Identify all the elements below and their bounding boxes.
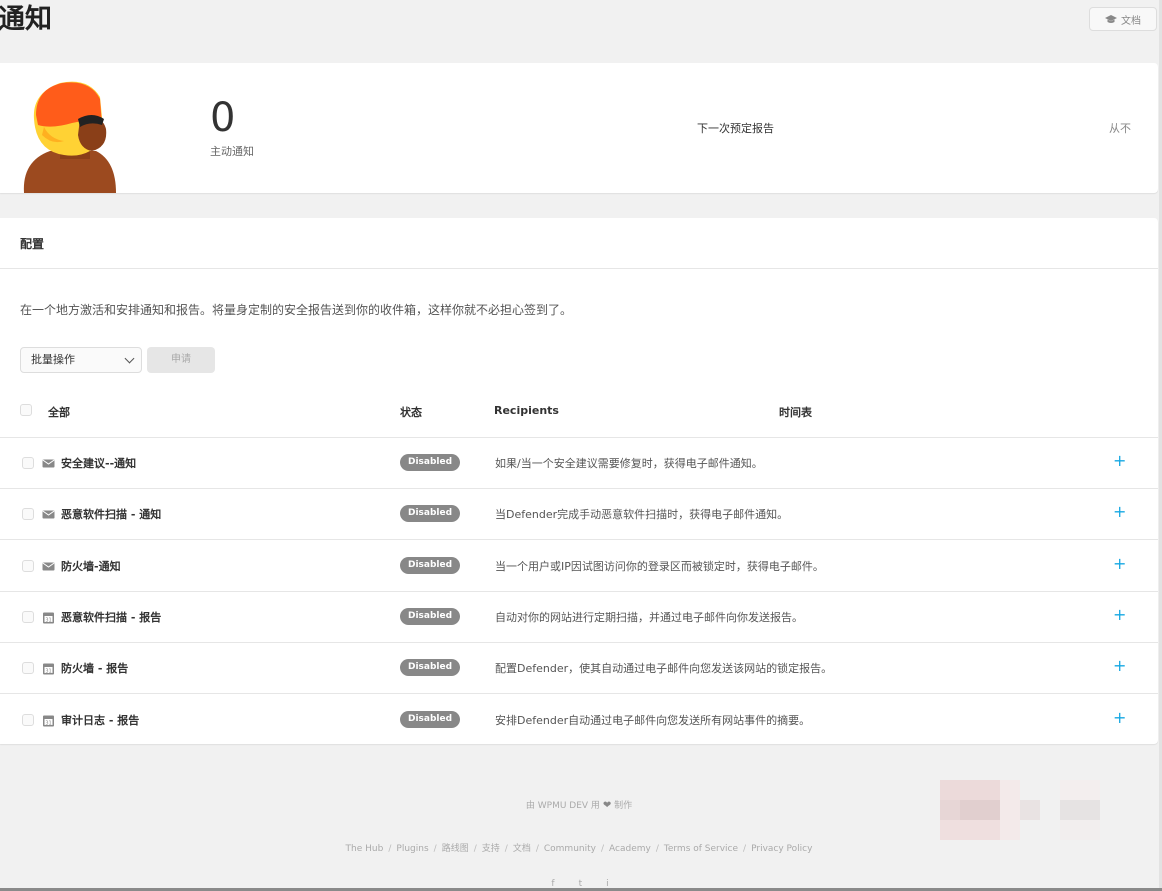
calendar-icon: 31 <box>42 609 55 624</box>
calendar-icon: 31 <box>42 660 55 675</box>
footer-link[interactable]: Terms of Service <box>664 844 738 854</box>
column-header-status: 状态 <box>400 406 422 419</box>
column-header-schedule: 时间表 <box>779 406 812 419</box>
add-icon[interactable]: + <box>1113 554 1126 574</box>
row-name: 安全建议--通知 <box>61 457 137 470</box>
row-name: 恶意软件扫描 - 通知 <box>61 508 162 522</box>
table-row[interactable]: 31 恶意软件扫描 - 报告 Disabled 自动对你的网站进行定期扫描，并通过电子… <box>0 592 1158 643</box>
footer-link-separator: / <box>600 844 605 854</box>
svg-text:31: 31 <box>45 668 51 674</box>
configuration-header: 配置 <box>0 218 1158 269</box>
row-checkbox[interactable] <box>22 559 34 572</box>
footer-link-separator: / <box>433 844 437 854</box>
next-scheduled-report-label: 下一次预定报告 <box>697 122 774 135</box>
status-badge: Disabled <box>400 607 460 625</box>
envelope-icon <box>42 558 55 571</box>
row-name: 恶意软件扫描 - 报告 <box>61 610 162 624</box>
footer-made-suffix: 制作 <box>614 801 633 811</box>
status-badge: Disabled <box>400 556 460 574</box>
row-description: 当Defender完成手动恶意软件扫描时，获得电子邮件通知。 <box>495 508 789 522</box>
apply-button[interactable]: 申请 <box>147 347 215 373</box>
row-checkbox[interactable] <box>22 457 34 469</box>
heart-icon: ❤ <box>602 800 612 811</box>
add-icon[interactable]: + <box>1113 502 1126 522</box>
footer-link-separator: / <box>504 844 508 854</box>
status-badge: Disabled <box>400 505 460 523</box>
page-title: 通知 <box>0 4 52 35</box>
add-icon[interactable]: + <box>1113 605 1126 625</box>
status-badge: Disabled <box>400 454 460 471</box>
footer-link[interactable]: 文档 <box>513 844 531 854</box>
row-description: 安排Defender自动通过电子邮件向您发送所有网站事件的摘要。 <box>495 713 811 727</box>
configuration-description: 在一个地方激活和安排通知和报告。将量身定制的安全报告送到你的收件箱，这样你就不必… <box>20 303 573 317</box>
blurred-graphic <box>940 780 1100 840</box>
footer-link-separator: / <box>743 844 747 854</box>
footer-link[interactable]: Academy <box>609 844 651 854</box>
configuration-card: 配置 在一个地方激活和安排通知和报告。将量身定制的安全报告送到你的收件箱，这样你… <box>0 218 1158 744</box>
status-badge: Disabled <box>400 659 460 677</box>
table-row[interactable]: 安全建议--通知 Disabled 如果/当一个安全建议需要修复时，获得电子邮件通知… <box>0 438 1158 489</box>
active-notifications-label: 主动通知 <box>210 145 254 158</box>
graduation-cap-icon <box>1105 14 1117 23</box>
summary-card: 0 主动通知 下一次预定报告 从不 <box>0 63 1158 193</box>
add-icon[interactable]: + <box>1113 708 1126 728</box>
row-name: 审计日志 - 报告 <box>61 713 140 727</box>
calendar-icon: 31 <box>42 712 55 726</box>
add-icon[interactable]: + <box>1113 451 1126 471</box>
row-description: 当一个用户或IP因试图访问你的登录区而被锁定时，获得电子邮件。 <box>495 559 824 573</box>
row-name: 防火墙 - 报告 <box>61 662 129 676</box>
footer-links: The Hub / Plugins / 路线图 / 支持 / 文档 / Community / Acad… <box>0 841 1158 854</box>
column-header-all: 全部 <box>48 406 70 419</box>
row-checkbox[interactable] <box>22 713 34 726</box>
row-description: 自动对你的网站进行定期扫描，并通过电子邮件向你发送报告。 <box>495 610 803 624</box>
row-checkbox[interactable] <box>22 508 34 521</box>
select-all-checkbox[interactable] <box>20 404 32 416</box>
footer-link-separator: / <box>535 844 539 854</box>
envelope-icon <box>42 506 55 519</box>
column-header-recipients: Recipients <box>494 404 559 417</box>
chevron-down-icon <box>124 353 135 364</box>
table-row[interactable]: 31 审计日志 - 报告 Disabled 安排Defender自动通过电子邮件向您发… <box>0 695 1158 746</box>
documentation-button-label: 文档 <box>1121 15 1141 27</box>
row-name: 防火墙-通知 <box>61 559 121 573</box>
footer-made-prefix: 由 WPMU DEV 用 <box>525 801 600 811</box>
next-scheduled-report-value: 从不 <box>1109 122 1131 135</box>
table-row[interactable]: 防火墙-通知 Disabled 当一个用户或IP因试图访问你的登录区而被锁定时，获得… <box>0 541 1158 592</box>
footer-link-separator: / <box>388 844 392 854</box>
row-checkbox[interactable] <box>22 610 34 623</box>
footer-link[interactable]: 支持 <box>482 844 500 854</box>
footer-link[interactable]: Plugins <box>396 844 428 854</box>
svg-text:31: 31 <box>45 617 51 623</box>
row-description: 如果/当一个安全建议需要修复时，获得电子邮件通知。 <box>495 457 763 470</box>
table-row[interactable]: 31 防火墙 - 报告 Disabled 配置Defender，使其自动通过电子邮件向… <box>0 643 1158 695</box>
select-all-checkbox-wrap[interactable] <box>20 404 32 416</box>
configuration-title: 配置 <box>20 237 45 251</box>
bulk-actions-value: 批量操作 <box>31 353 75 366</box>
footer-link[interactable]: 路线图 <box>442 844 469 854</box>
add-icon[interactable]: + <box>1113 656 1126 676</box>
documentation-button[interactable]: 文档 <box>1089 7 1157 31</box>
footer-link[interactable]: The Hub <box>346 844 384 854</box>
table-row[interactable]: 恶意软件扫描 - 通知 Disabled 当Defender完成手动恶意软件扫描时，… <box>0 489 1158 541</box>
footer-link[interactable]: Privacy Policy <box>751 844 812 854</box>
defender-mascot-image <box>23 81 116 193</box>
bulk-actions-select[interactable]: 批量操作 <box>20 347 142 373</box>
row-checkbox[interactable] <box>22 662 34 675</box>
active-notifications-count: 0 <box>210 95 236 141</box>
footer-link-separator: / <box>473 844 477 854</box>
envelope-icon <box>42 455 55 468</box>
status-badge: Disabled <box>400 710 460 728</box>
svg-text:31: 31 <box>45 720 51 726</box>
footer-link-separator: / <box>655 844 659 854</box>
footer-link[interactable]: Community <box>544 844 596 854</box>
row-description: 配置Defender，使其自动通过电子邮件向您发送该网站的锁定报告。 <box>495 662 833 676</box>
